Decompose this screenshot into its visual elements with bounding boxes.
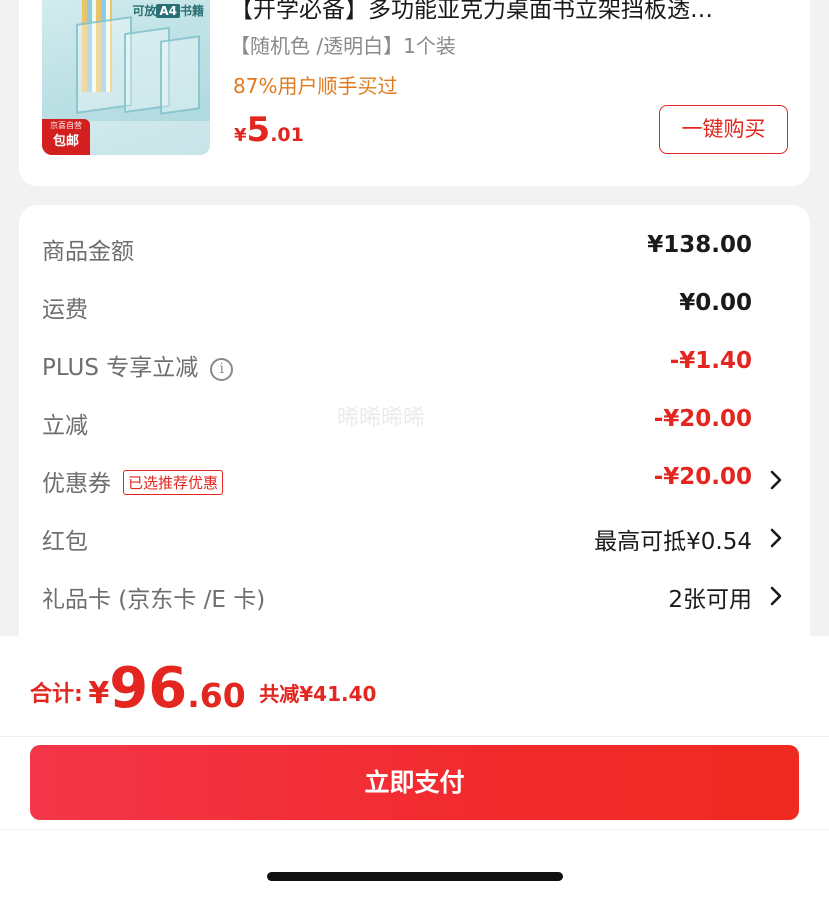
divider — [0, 829, 829, 830]
thumb-stand — [160, 35, 200, 115]
row-red-packet[interactable]: 红包 最高可抵¥0.54 — [19, 509, 810, 567]
row-gift-card[interactable]: 礼品卡 (京东卡 /E 卡) 2张可用 — [19, 567, 810, 625]
total-label: 合计: — [30, 682, 83, 707]
row-label: 运费 — [42, 297, 88, 323]
row-label: 优惠券 已选推荐优惠 — [42, 464, 224, 498]
row-shipping: 运费 ¥0.00 — [19, 277, 810, 335]
watermark: 晞晞晞晞 — [337, 406, 426, 431]
one-click-buy-button[interactable]: 一键购买 — [659, 105, 788, 154]
badge-main-text: 包邮 — [52, 134, 79, 149]
chevron-right-icon[interactable] — [766, 468, 786, 492]
row-value: ¥138.00 — [647, 232, 752, 258]
order-summary-card: 商品金额 ¥138.00 运费 ¥0.00 PLUS 专享立减 i -¥1.40 … — [19, 205, 810, 665]
row-value: 最高可抵¥0.54 — [594, 529, 752, 555]
product-hint: 87%用户顺手买过 — [233, 74, 398, 98]
free-shipping-badge: 京喜自营 包邮 — [42, 119, 90, 155]
row-label: 立减 — [42, 413, 88, 439]
checkout-bar: 合计: ¥96.60 共减¥41.40 立即支付 — [0, 636, 829, 897]
row-label: 商品金额 — [42, 239, 134, 265]
row-goods-amount: 商品金额 ¥138.00 — [19, 219, 810, 277]
total-saved: 共减¥41.40 — [259, 682, 377, 706]
row-label: 礼品卡 (京东卡 /E 卡) — [42, 587, 266, 613]
row-value: -¥20.00 — [653, 406, 752, 432]
row-value: 2张可用 — [668, 587, 752, 613]
row-label: 红包 — [42, 529, 88, 555]
row-coupon[interactable]: 优惠券 已选推荐优惠 -¥20.00 — [19, 451, 810, 509]
row-plus-discount: PLUS 专享立减 i -¥1.40 — [19, 335, 810, 393]
chevron-right-icon[interactable] — [766, 526, 786, 550]
product-price: ¥5.01 — [234, 110, 304, 150]
pay-now-button[interactable]: 立即支付 — [30, 745, 799, 820]
product-thumbnail[interactable]: 可放 A4 书籍 京喜自营 包邮 — [42, 0, 210, 155]
coupon-recommended-tag: 已选推荐优惠 — [123, 470, 224, 495]
row-value: -¥20.00 — [653, 464, 752, 490]
product-card: 可放 A4 书籍 京喜自营 包邮 【开学必备】多功能亚克力桌面书立架挡板透… 【随机… — [19, 0, 810, 186]
product-spec: 【随机色 /透明白】1个装 — [230, 34, 456, 58]
home-indicator[interactable] — [267, 872, 563, 881]
row-label: PLUS 专享立减 i — [42, 348, 234, 382]
divider — [0, 736, 829, 737]
thumb-caption: 可放 A4 书籍 — [132, 4, 204, 18]
row-value: -¥1.40 — [669, 348, 752, 374]
product-title[interactable]: 【开学必备】多功能亚克力桌面书立架挡板透… — [230, 0, 790, 24]
badge-top-text: 京喜自营 — [50, 121, 82, 130]
order-total: 合计: ¥96.60 共减¥41.40 — [30, 656, 377, 721]
chevron-right-icon[interactable] — [766, 584, 786, 608]
info-circle-icon[interactable]: i — [210, 358, 234, 381]
row-value: ¥0.00 — [679, 290, 752, 316]
